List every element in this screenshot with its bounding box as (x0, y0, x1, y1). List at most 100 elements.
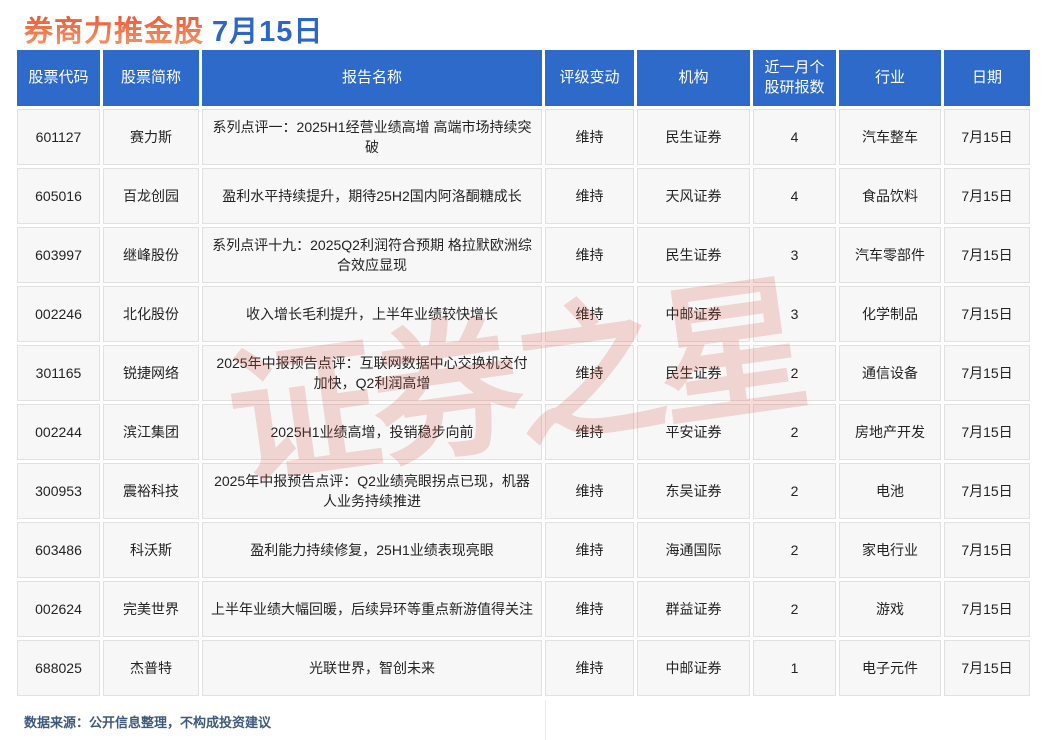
data-source-note: 数据来源：公开信息整理，不构成投资建议 (24, 712, 271, 731)
cell-report-count: 3 (753, 286, 836, 342)
cell-institution: 中邮证券 (637, 640, 750, 696)
cell-report-title: 盈利水平持续提升，期待25H2国内阿洛酮糖成长 (202, 168, 542, 224)
cell-stock-name: 滨江集团 (103, 404, 199, 460)
cell-report-title: 2025年中报预告点评：互联网数据中心交换机交付加快，Q2利润高增 (202, 345, 542, 401)
cell-industry: 汽车整车 (839, 109, 941, 165)
cell-rating-change: 维持 (545, 286, 634, 342)
cell-industry: 家电行业 (839, 522, 941, 578)
cell-industry: 化学制品 (839, 286, 941, 342)
cell-rating-change: 维持 (545, 463, 634, 519)
cell-report-title: 系列点评十九：2025Q2利润符合预期 格拉默欧洲综合效应显现 (202, 227, 542, 283)
cell-stock-code: 603486 (17, 522, 100, 578)
cell-report-count: 2 (753, 463, 836, 519)
cell-date: 7月15日 (944, 227, 1030, 283)
cell-date: 7月15日 (944, 109, 1030, 165)
page-title: 券商力推金股7月15日 (24, 8, 323, 50)
column-header: 股票代码 (17, 50, 100, 106)
cell-institution: 平安证券 (637, 404, 750, 460)
cell-rating-change: 维持 (545, 640, 634, 696)
page-title-main: 券商力推金股 (24, 16, 204, 48)
cell-report-title: 上半年业绩大幅回暖，后续异环等重点新游值得关注 (202, 581, 542, 637)
cell-stock-name: 震裕科技 (103, 463, 199, 519)
table-header-row: 股票代码股票简称报告名称评级变动机构近一月个股研报数行业日期 (17, 50, 1030, 106)
table-row: 603997继峰股份系列点评十九：2025Q2利润符合预期 格拉默欧洲综合效应显… (17, 227, 1030, 283)
cell-report-count: 4 (753, 168, 836, 224)
cell-stock-code: 601127 (17, 109, 100, 165)
column-header: 行业 (839, 50, 941, 106)
cell-stock-name: 杰普特 (103, 640, 199, 696)
cell-institution: 海通国际 (637, 522, 750, 578)
cell-industry: 电池 (839, 463, 941, 519)
table-row: 603486科沃斯盈利能力持续修复，25H1业绩表现亮眼维持海通国际2家电行业7… (17, 522, 1030, 578)
cell-report-count: 1 (753, 640, 836, 696)
cell-report-count: 2 (753, 404, 836, 460)
cell-stock-code: 002624 (17, 581, 100, 637)
cell-stock-name: 锐捷网络 (103, 345, 199, 401)
cell-institution: 民生证券 (637, 109, 750, 165)
cell-institution: 天风证券 (637, 168, 750, 224)
cell-stock-code: 605016 (17, 168, 100, 224)
cell-stock-name: 科沃斯 (103, 522, 199, 578)
cell-institution: 民生证券 (637, 345, 750, 401)
cell-report-title: 盈利能力持续修复，25H1业绩表现亮眼 (202, 522, 542, 578)
cell-industry: 食品饮料 (839, 168, 941, 224)
page-title-date: 7月15日 (212, 16, 323, 48)
cell-report-count: 3 (753, 227, 836, 283)
column-header: 日期 (944, 50, 1030, 106)
cell-stock-name: 赛力斯 (103, 109, 199, 165)
cell-date: 7月15日 (944, 286, 1030, 342)
cell-industry: 电子元件 (839, 640, 941, 696)
table-row: 300953震裕科技2025年中报预告点评：Q2业绩亮眼拐点已现，机器人业务持续… (17, 463, 1030, 519)
cell-stock-code: 603997 (17, 227, 100, 283)
cell-rating-change: 维持 (545, 581, 634, 637)
cell-date: 7月15日 (944, 345, 1030, 401)
cell-stock-code: 002244 (17, 404, 100, 460)
cell-stock-name: 北化股份 (103, 286, 199, 342)
cell-stock-name: 继峰股份 (103, 227, 199, 283)
cell-institution: 东吴证券 (637, 463, 750, 519)
cell-date: 7月15日 (944, 463, 1030, 519)
cell-rating-change: 维持 (545, 345, 634, 401)
cell-stock-name: 百龙创园 (103, 168, 199, 224)
cell-date: 7月15日 (944, 522, 1030, 578)
cell-date: 7月15日 (944, 640, 1030, 696)
cell-rating-change: 维持 (545, 109, 634, 165)
table-row: 688025杰普特光联世界，智创未来维持中邮证券1电子元件7月15日 (17, 640, 1030, 696)
cell-report-title: 系列点评一：2025H1经营业绩高增 高端市场持续突破 (202, 109, 542, 165)
cell-report-title: 光联世界，智创未来 (202, 640, 542, 696)
column-header: 股票简称 (103, 50, 199, 106)
gold-stocks-table: 股票代码股票简称报告名称评级变动机构近一月个股研报数行业日期 601127赛力斯… (14, 47, 1033, 699)
cell-date: 7月15日 (944, 581, 1030, 637)
cell-industry: 游戏 (839, 581, 941, 637)
table-row: 002624完美世界上半年业绩大幅回暖，后续异环等重点新游值得关注维持群益证券2… (17, 581, 1030, 637)
cell-report-count: 4 (753, 109, 836, 165)
table-row: 301165锐捷网络2025年中报预告点评：互联网数据中心交换机交付加快，Q2利… (17, 345, 1030, 401)
column-header: 报告名称 (202, 50, 542, 106)
table-body: 601127赛力斯系列点评一：2025H1经营业绩高增 高端市场持续突破维持民生… (17, 109, 1030, 696)
cell-stock-code: 002246 (17, 286, 100, 342)
column-header: 评级变动 (545, 50, 634, 106)
cell-report-count: 2 (753, 581, 836, 637)
cell-date: 7月15日 (944, 168, 1030, 224)
table-row: 601127赛力斯系列点评一：2025H1经营业绩高增 高端市场持续突破维持民生… (17, 109, 1030, 165)
cell-rating-change: 维持 (545, 522, 634, 578)
column-header: 近一月个股研报数 (753, 50, 836, 106)
column-header: 机构 (637, 50, 750, 106)
cell-industry: 通信设备 (839, 345, 941, 401)
cell-rating-change: 维持 (545, 227, 634, 283)
cell-rating-change: 维持 (545, 404, 634, 460)
cell-stock-code: 301165 (17, 345, 100, 401)
cell-industry: 汽车零部件 (839, 227, 941, 283)
cell-rating-change: 维持 (545, 168, 634, 224)
cell-report-count: 2 (753, 522, 836, 578)
cell-report-title: 2025年中报预告点评：Q2业绩亮眼拐点已现，机器人业务持续推进 (202, 463, 542, 519)
table-row: 605016百龙创园盈利水平持续提升，期待25H2国内阿洛酮糖成长维持天风证券4… (17, 168, 1030, 224)
cell-stock-code: 688025 (17, 640, 100, 696)
column-guide-line (545, 700, 546, 740)
cell-stock-code: 300953 (17, 463, 100, 519)
cell-institution: 群益证券 (637, 581, 750, 637)
cell-date: 7月15日 (944, 404, 1030, 460)
cell-industry: 房地产开发 (839, 404, 941, 460)
table-row: 002246北化股份收入增长毛利提升，上半年业绩较快增长维持中邮证券3化学制品7… (17, 286, 1030, 342)
cell-stock-name: 完美世界 (103, 581, 199, 637)
